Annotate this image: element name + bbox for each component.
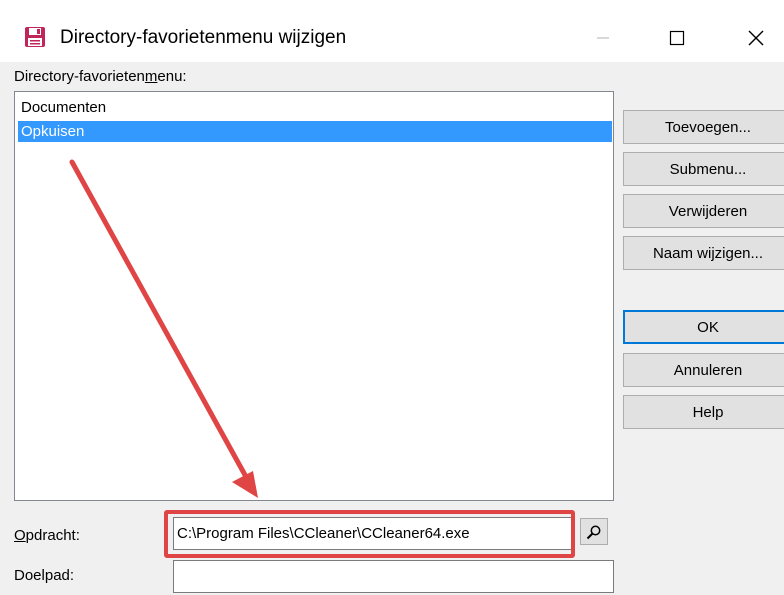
close-button[interactable] xyxy=(733,18,779,58)
floppy-disk-icon xyxy=(25,27,45,47)
list-item[interactable]: Documenten xyxy=(18,97,106,118)
minimize-icon xyxy=(597,37,609,39)
submenu-button[interactable]: Submenu... xyxy=(623,152,784,186)
favorites-listbox[interactable]: Documenten Opkuisen xyxy=(14,91,614,501)
title-bar: Directory-favorietenmenu wijzigen xyxy=(0,0,784,62)
delete-button[interactable]: Verwijderen xyxy=(623,194,784,228)
rename-button[interactable]: Naam wijzigen... xyxy=(623,236,784,270)
target-path-field[interactable] xyxy=(173,560,614,593)
list-item-selected[interactable]: Opkuisen xyxy=(18,121,612,142)
command-label: Opdracht: xyxy=(14,527,80,544)
target-path-label: Doelpad: xyxy=(14,567,75,584)
command-field[interactable]: C:\Program Files\CCleaner\CCleaner64.exe xyxy=(173,517,573,550)
magnifier-icon xyxy=(586,525,601,539)
maximize-button[interactable] xyxy=(654,18,700,58)
help-button[interactable]: Help xyxy=(623,395,784,429)
close-icon xyxy=(748,30,764,46)
minimize-button[interactable] xyxy=(580,18,626,58)
browse-button[interactable] xyxy=(580,518,608,545)
add-button[interactable]: Toevoegen... xyxy=(623,110,784,144)
favorites-list-label: Directory-favorietenmenu: xyxy=(14,68,187,85)
window-title: Directory-favorietenmenu wijzigen xyxy=(60,27,347,48)
maximize-icon xyxy=(669,30,685,46)
cancel-button[interactable]: Annuleren xyxy=(623,353,784,387)
ok-button[interactable]: OK xyxy=(623,310,784,344)
